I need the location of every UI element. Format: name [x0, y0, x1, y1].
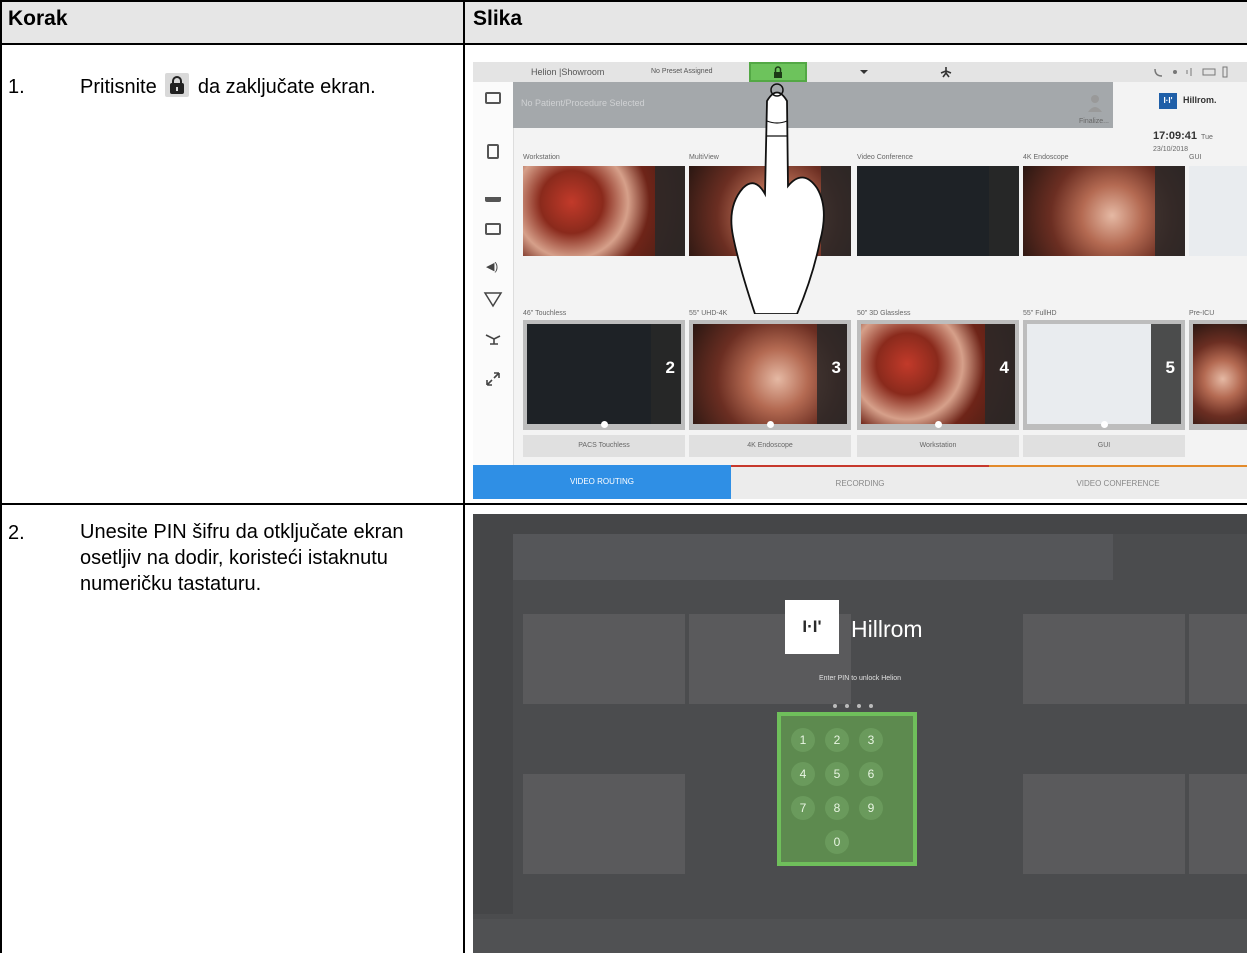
brand-name: Hillrom. — [1183, 95, 1217, 105]
input-source-button[interactable]: PACS Touchless — [523, 435, 685, 457]
step-text: Pritisnite da zaključate ekran. — [80, 73, 420, 100]
destination-tile[interactable]: 5 — [1023, 320, 1185, 430]
key-7[interactable]: 7 — [791, 796, 815, 820]
rule — [0, 0, 2, 953]
source-label: Video Conference — [857, 154, 913, 161]
key-3[interactable]: 3 — [859, 728, 883, 752]
dimmed-tile — [523, 774, 685, 874]
finalize-label: Finalize... — [1079, 118, 1109, 125]
header-step: Korak — [8, 7, 68, 30]
numeric-keypad: 1 2 3 4 5 6 7 8 9 0 — [777, 712, 917, 866]
tab-video-conference[interactable]: VIDEO CONFERENCE — [989, 465, 1247, 499]
step-text-after: da zaključate ekran. — [197, 76, 376, 98]
dimmed-tile — [1189, 774, 1247, 874]
hillrom-logo: I·I' — [1159, 93, 1177, 109]
clock: 17:09:41 Tue 23/10/2018 — [1153, 130, 1213, 153]
rule — [0, 0, 1247, 2]
source-tile[interactable] — [857, 166, 1019, 256]
source-tile[interactable] — [1023, 166, 1185, 256]
destination-label: 55" UHD-4K — [689, 310, 728, 317]
header-image: Slika — [473, 7, 523, 30]
source-tile[interactable] — [523, 166, 685, 256]
bottom-tabs: VIDEO ROUTING RECORDING VIDEO CONFERENCE — [473, 465, 1247, 499]
dimmed-tile — [1023, 774, 1185, 874]
stack-icon[interactable] — [485, 190, 501, 202]
rule — [463, 0, 465, 953]
expand-icon[interactable] — [484, 370, 502, 388]
lock-icon — [165, 73, 190, 97]
finalize-icon[interactable] — [1085, 92, 1107, 114]
dimmed-tile — [1189, 614, 1247, 704]
key-8[interactable]: 8 — [825, 796, 849, 820]
tab-recording[interactable]: RECORDING — [731, 465, 989, 499]
destination-label: 55" FullHD — [1023, 310, 1057, 317]
surgical-light-icon[interactable] — [483, 290, 503, 308]
dimmed-tile — [1023, 614, 1185, 704]
patient-card-icon[interactable] — [485, 92, 501, 104]
destination-label: 46" Touchless — [523, 310, 567, 317]
key-5[interactable]: 5 — [825, 762, 849, 786]
step-number: 1. — [8, 76, 25, 98]
chevron-down-icon[interactable] — [859, 68, 869, 76]
display-icon[interactable] — [485, 223, 501, 235]
screenshot-video-routing: Helion |Showroom No Preset Assigned ◀) N… — [473, 62, 1247, 499]
key-1[interactable]: 1 — [791, 728, 815, 752]
source-label: GUI — [1189, 154, 1202, 161]
dimmed-tile — [523, 614, 685, 704]
room-name: Helion |Showroom — [531, 67, 605, 77]
sidebar: ◀) — [473, 82, 514, 465]
step-text-before: Pritisnite — [80, 76, 157, 98]
status-icons — [1154, 66, 1228, 78]
input-source-button[interactable]: Workstation — [857, 435, 1019, 457]
source-label: 4K Endoscope — [1023, 154, 1069, 161]
tab-video-routing[interactable]: VIDEO ROUTING — [473, 465, 731, 499]
source-label: Workstation — [523, 154, 560, 161]
key-4[interactable]: 4 — [791, 762, 815, 786]
source-label: MultiView — [689, 154, 719, 161]
table-header — [0, 0, 1247, 44]
brand-name: Hillrom — [851, 616, 923, 642]
dimmed-info-bar — [513, 534, 1113, 580]
pin-prompt: Enter PIN to unlock Helion — [818, 675, 902, 682]
key-0[interactable]: 0 — [825, 830, 849, 854]
destination-tile[interactable]: 2 — [523, 320, 685, 430]
destination-tile[interactable]: 3 — [689, 320, 851, 430]
destination-label: 50" 3D Glassless — [857, 310, 911, 317]
hillrom-logo: I·I' — [785, 600, 839, 654]
preset-label: No Preset Assigned — [651, 68, 713, 75]
top-bar: Helion |Showroom No Preset Assigned — [473, 62, 1247, 82]
rule — [0, 43, 1247, 45]
pendant-icon[interactable] — [939, 65, 953, 79]
step-number: 2. — [8, 522, 25, 544]
screenshot-pin-unlock: I·I' Hillrom Enter PIN to unlock Helion … — [473, 514, 1247, 953]
pin-dots — [833, 695, 881, 713]
key-6[interactable]: 6 — [859, 762, 883, 786]
finger-pointer-icon — [730, 83, 825, 314]
input-source-button[interactable]: GUI — [1023, 435, 1185, 457]
rule — [0, 503, 1247, 505]
source-tile[interactable] — [1189, 166, 1247, 256]
destination-label: Pre-ICU — [1189, 310, 1215, 317]
destination-tile[interactable] — [1189, 320, 1247, 430]
step-text: Unesite PIN šifru da otključate ekran os… — [80, 521, 404, 595]
checklist-icon[interactable] — [487, 144, 499, 159]
speaker-icon[interactable]: ◀) — [486, 260, 498, 273]
dimmed-sidebar — [473, 534, 513, 914]
table-icon[interactable] — [484, 332, 502, 346]
key-9[interactable]: 9 — [859, 796, 883, 820]
input-source-button[interactable]: 4K Endoscope — [689, 435, 851, 457]
dimmed-tab-bar — [473, 919, 1247, 953]
dimmed-top-bar — [473, 514, 1247, 534]
destination-tile[interactable]: 4 — [857, 320, 1019, 430]
key-2[interactable]: 2 — [825, 728, 849, 752]
